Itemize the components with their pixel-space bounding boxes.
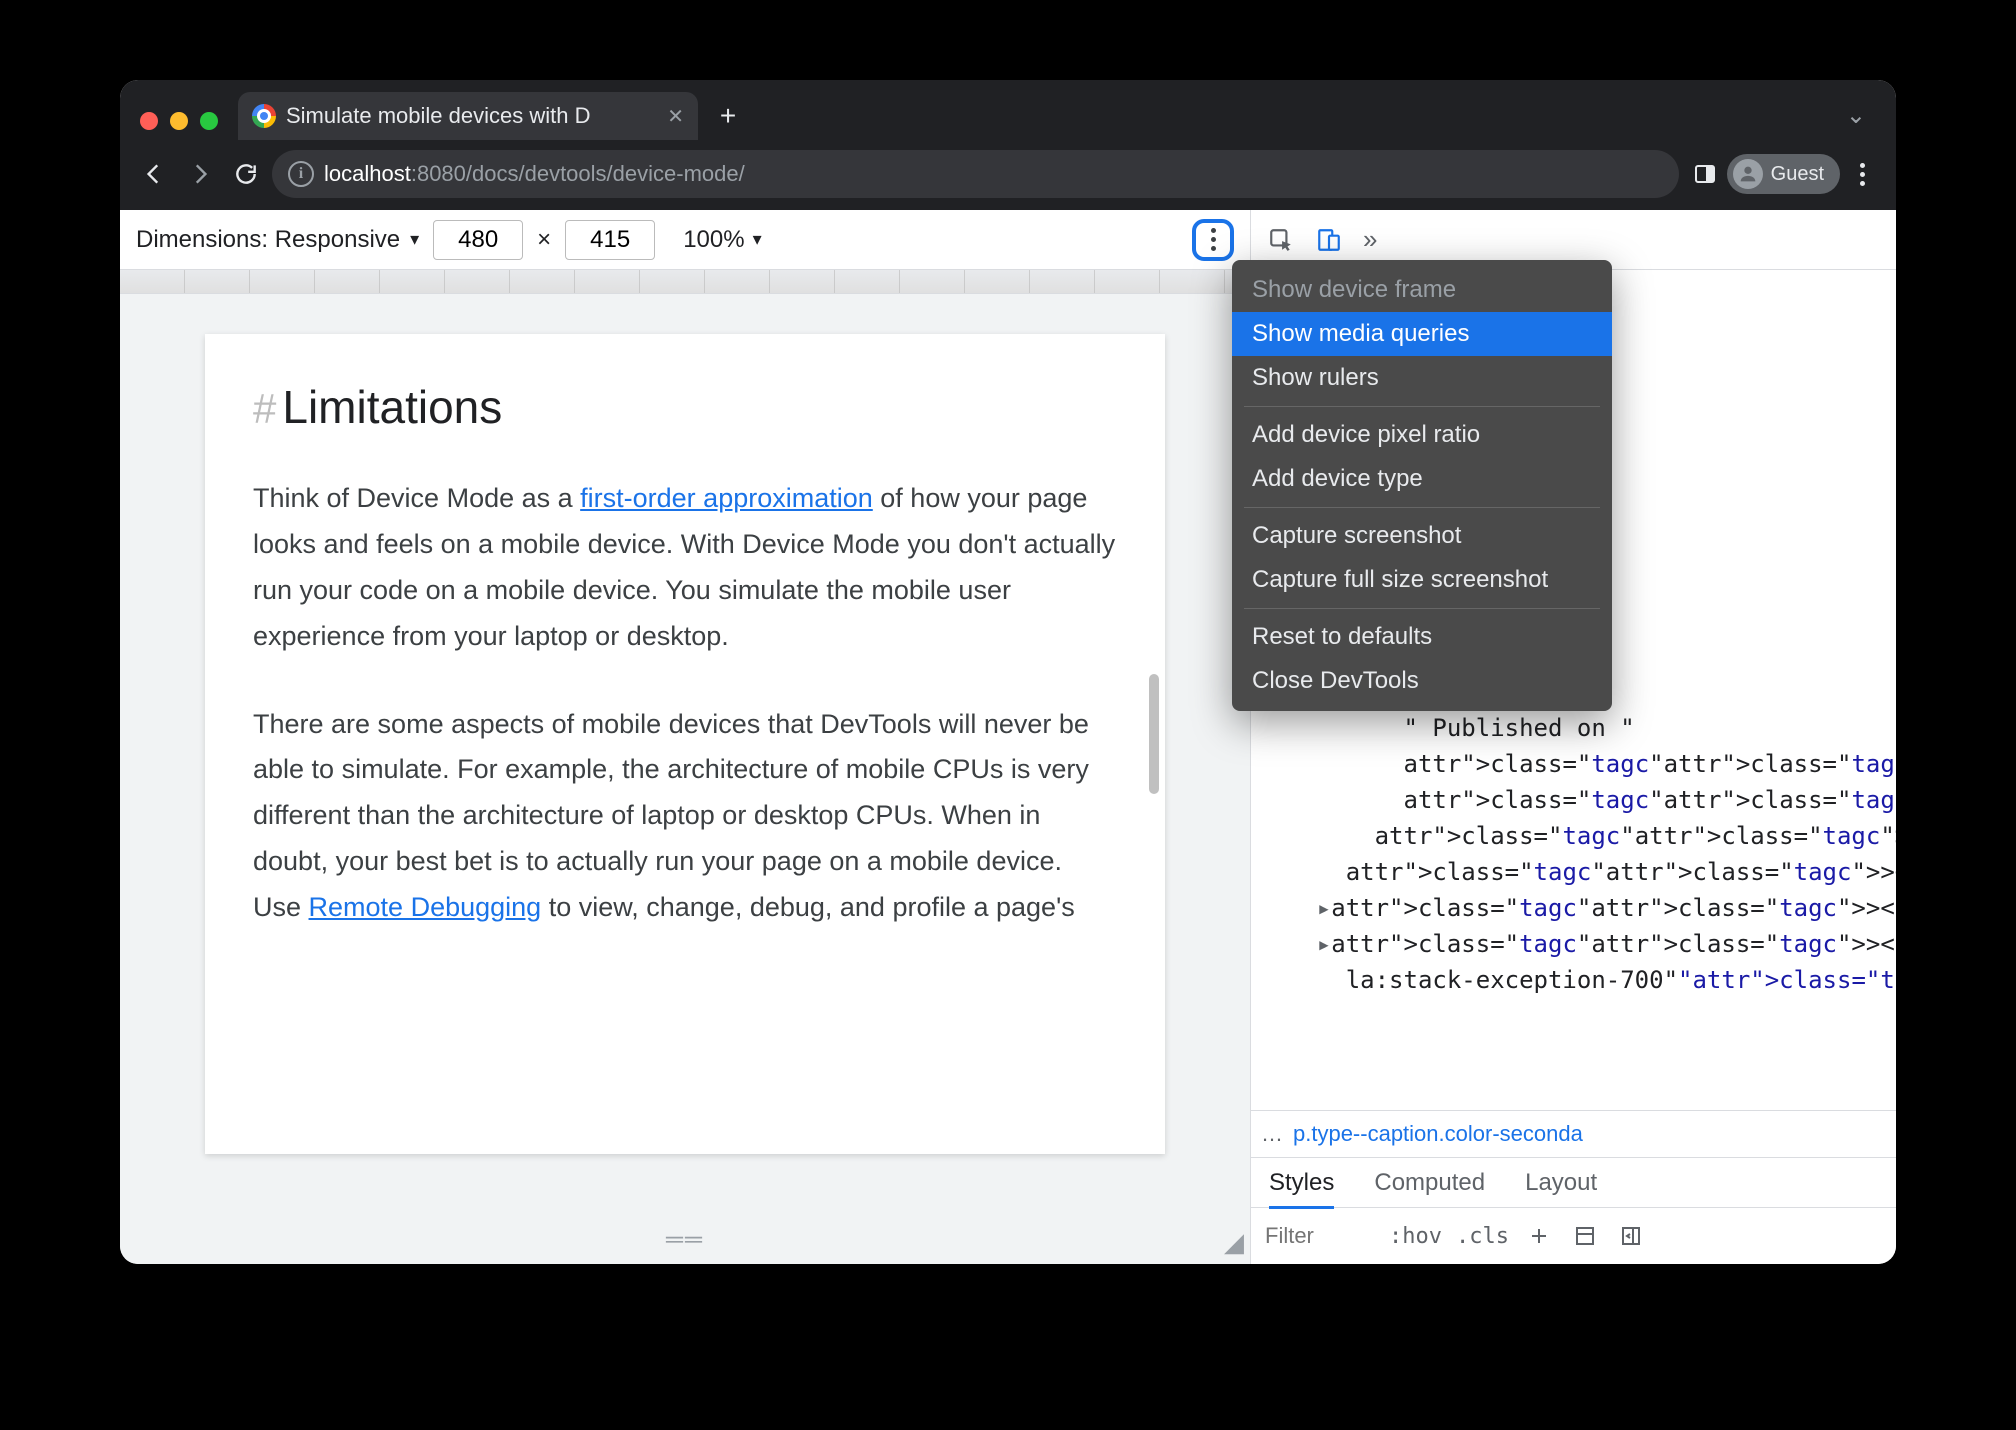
times-label: ×: [537, 226, 551, 254]
dom-breadcrumb[interactable]: … p.type--caption.color-seconda …: [1251, 1110, 1896, 1158]
zoom-dropdown[interactable]: 100%: [683, 226, 761, 254]
new-tab-button[interactable]: +: [708, 96, 748, 136]
profile-chip[interactable]: Guest: [1727, 154, 1840, 194]
browser-tab[interactable]: Simulate mobile devices with D ✕: [238, 92, 698, 140]
browser-window: Simulate mobile devices with D ✕ + ⌄ i l…: [120, 80, 1896, 1264]
address-bar-row: i localhost:8080/docs/devtools/device-mo…: [120, 140, 1896, 208]
device-options-menu: Show device frameShow media queriesShow …: [1232, 260, 1612, 711]
width-input[interactable]: [433, 220, 523, 260]
forward-button[interactable]: [180, 154, 220, 194]
heading-row: #Limitations: [253, 380, 1117, 434]
menu-item[interactable]: Capture full size screenshot: [1232, 558, 1612, 602]
browser-chrome: Simulate mobile devices with D ✕ + ⌄ i l…: [120, 80, 1896, 210]
crumb-selected[interactable]: p.type--caption.color-seconda: [1293, 1121, 1583, 1147]
menu-separator: [1244, 507, 1600, 508]
menu-item[interactable]: Add device type: [1232, 457, 1612, 501]
remote-debugging-link[interactable]: Remote Debugging: [309, 892, 542, 922]
url-port: :8080: [411, 161, 466, 186]
styles-tabstrip: Styles Computed Layout »: [1251, 1158, 1896, 1208]
device-more-options-button[interactable]: [1192, 219, 1234, 261]
work-area: Dimensions: Responsive × 100% #Limitatio…: [120, 210, 1896, 1264]
menu-item[interactable]: Capture screenshot: [1232, 514, 1612, 558]
menu-item: Show device frame: [1232, 268, 1612, 312]
heading-anchor-icon[interactable]: #: [253, 385, 276, 432]
dimensions-dropdown[interactable]: Dimensions: Responsive: [136, 226, 419, 254]
menu-item[interactable]: Reset to defaults: [1232, 615, 1612, 659]
height-input[interactable]: [565, 220, 655, 260]
menu-item[interactable]: Show rulers: [1232, 356, 1612, 400]
minimize-window[interactable]: [170, 112, 188, 130]
reload-button[interactable]: [226, 154, 266, 194]
new-style-rule-icon[interactable]: [1523, 1220, 1555, 1252]
profile-label: Guest: [1771, 163, 1824, 186]
close-tab-icon[interactable]: ✕: [667, 104, 684, 129]
address-bar[interactable]: i localhost:8080/docs/devtools/device-mo…: [272, 150, 1679, 198]
back-button[interactable]: [134, 154, 174, 194]
tab-strip: Simulate mobile devices with D ✕ + ⌄: [120, 80, 1896, 140]
side-panel-icon[interactable]: [1685, 154, 1725, 194]
browser-menu-icon[interactable]: [1842, 154, 1882, 194]
toolbar-right: Guest: [1685, 154, 1882, 194]
tab-title: Simulate mobile devices with D: [286, 103, 590, 129]
media-query-ruler[interactable]: [120, 270, 1250, 294]
tabs-overflow-icon[interactable]: »: [1355, 224, 1385, 255]
crumb-left[interactable]: …: [1261, 1121, 1283, 1147]
device-mode-pane: Dimensions: Responsive × 100% #Limitatio…: [120, 210, 1250, 1264]
styles-filter-row: :hov .cls: [1251, 1208, 1896, 1264]
simulated-viewport[interactable]: #Limitations Think of Device Mode as a f…: [205, 334, 1165, 1154]
avatar-icon: [1733, 159, 1763, 189]
device-toolbar: Dimensions: Responsive × 100%: [120, 210, 1250, 270]
menu-item[interactable]: Close DevTools: [1232, 659, 1612, 703]
url-path: /docs/devtools/device-mode/: [466, 161, 745, 186]
site-info-icon[interactable]: i: [288, 161, 314, 187]
chrome-favicon-icon: [252, 104, 276, 128]
tab-layout[interactable]: Layout: [1525, 1169, 1597, 1197]
tabs-overflow-icon[interactable]: ⌄: [1830, 91, 1882, 140]
inspect-element-icon[interactable]: [1259, 218, 1303, 262]
menu-item[interactable]: Show media queries: [1232, 312, 1612, 356]
styles-filter-input[interactable]: [1265, 1223, 1375, 1249]
paragraph-1: Think of Device Mode as a first-order ap…: [253, 476, 1117, 660]
scrollbar-thumb[interactable]: [1149, 674, 1159, 794]
tab-styles[interactable]: Styles: [1269, 1169, 1334, 1197]
toggle-sidebar-icon[interactable]: [1615, 1220, 1647, 1252]
paragraph-2: There are some aspects of mobile devices…: [253, 702, 1117, 931]
window-controls: [134, 112, 228, 140]
menu-item[interactable]: Add device pixel ratio: [1232, 413, 1612, 457]
menu-separator: [1244, 406, 1600, 407]
page-heading: Limitations: [282, 381, 502, 433]
maximize-window[interactable]: [200, 112, 218, 130]
first-order-link[interactable]: first-order approximation: [580, 483, 873, 513]
cls-toggle[interactable]: .cls: [1456, 1224, 1509, 1249]
url-host: localhost: [324, 161, 411, 186]
corner-resize-handle[interactable]: ◢: [1224, 1227, 1244, 1258]
hov-toggle[interactable]: :hov: [1389, 1224, 1442, 1249]
menu-separator: [1244, 608, 1600, 609]
bottom-drag-handle[interactable]: ══: [666, 1226, 704, 1254]
tab-computed[interactable]: Computed: [1374, 1169, 1485, 1197]
computed-styles-icon[interactable]: [1569, 1220, 1601, 1252]
toggle-device-icon[interactable]: [1307, 218, 1351, 262]
close-window[interactable]: [140, 112, 158, 130]
